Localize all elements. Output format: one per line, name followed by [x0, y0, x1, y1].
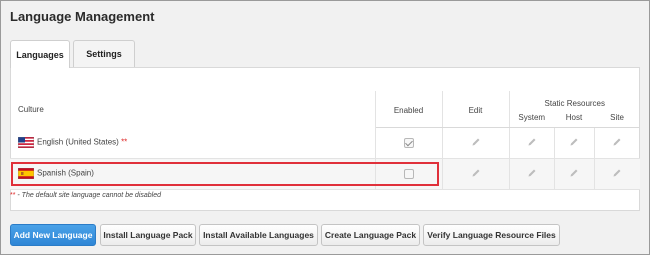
languages-table: Culture Enabled Edit Static Resources Sy… — [10, 91, 641, 190]
create-language-pack-button[interactable]: Create Language Pack — [321, 224, 420, 246]
enabled-checkbox[interactable] — [403, 168, 414, 179]
edit-system-resources-icon[interactable] — [527, 137, 537, 147]
language-row-english: English (United States) ** — [10, 127, 641, 159]
column-group-static-resources: Static Resources — [544, 99, 605, 108]
language-row-spanish: Spanish (Spain) — [10, 158, 641, 190]
tab-languages[interactable]: Languages — [10, 40, 70, 68]
edit-cell — [442, 158, 510, 190]
system-resource-cell — [509, 127, 555, 159]
tab-settings[interactable]: Settings — [73, 40, 135, 67]
edit-pencil-icon[interactable] — [471, 137, 481, 147]
edit-host-resources-icon[interactable] — [569, 168, 579, 178]
install-language-pack-button[interactable]: Install Language Pack — [100, 224, 196, 246]
edit-site-resources-icon[interactable] — [612, 168, 622, 178]
default-language-marker: ** — [121, 137, 128, 147]
verify-language-resource-files-button[interactable]: Verify Language Resource Files — [423, 224, 560, 246]
edit-host-resources-icon[interactable] — [569, 137, 579, 147]
culture-cell: Spanish (Spain) — [10, 158, 376, 190]
spain-flag-icon — [18, 168, 34, 179]
us-flag-icon — [18, 136, 34, 148]
edit-pencil-icon[interactable] — [471, 168, 481, 178]
host-resource-cell — [554, 127, 595, 159]
column-header-system: System — [509, 108, 554, 128]
install-available-languages-button[interactable]: Install Available Languages — [199, 224, 318, 246]
host-resource-cell — [554, 158, 595, 190]
default-language-footnote: ** - The default site language cannot be… — [10, 192, 161, 199]
column-header-site: Site — [594, 108, 641, 128]
culture-name: Spanish (Spain) — [37, 168, 94, 178]
column-header-edit: Edit — [442, 91, 510, 128]
edit-site-resources-icon[interactable] — [612, 137, 622, 147]
edit-system-resources-icon[interactable] — [527, 168, 537, 178]
site-resource-cell — [594, 127, 641, 159]
footnote-text: - The default site language cannot be di… — [15, 192, 162, 199]
enabled-checkbox[interactable] — [403, 137, 414, 148]
culture-name: English (United States) — [37, 137, 119, 147]
culture-cell: English (United States) ** — [10, 127, 376, 159]
column-header-host: Host — [554, 108, 594, 128]
site-resource-cell — [594, 158, 641, 190]
add-new-language-button[interactable]: Add New Language — [10, 224, 96, 246]
page-title: Language Management — [10, 9, 155, 24]
enabled-cell — [375, 127, 443, 159]
column-header-culture: Culture — [10, 91, 376, 127]
enabled-cell — [375, 158, 443, 190]
edit-cell — [442, 127, 510, 159]
column-header-enabled: Enabled — [375, 91, 443, 128]
system-resource-cell — [509, 158, 555, 190]
